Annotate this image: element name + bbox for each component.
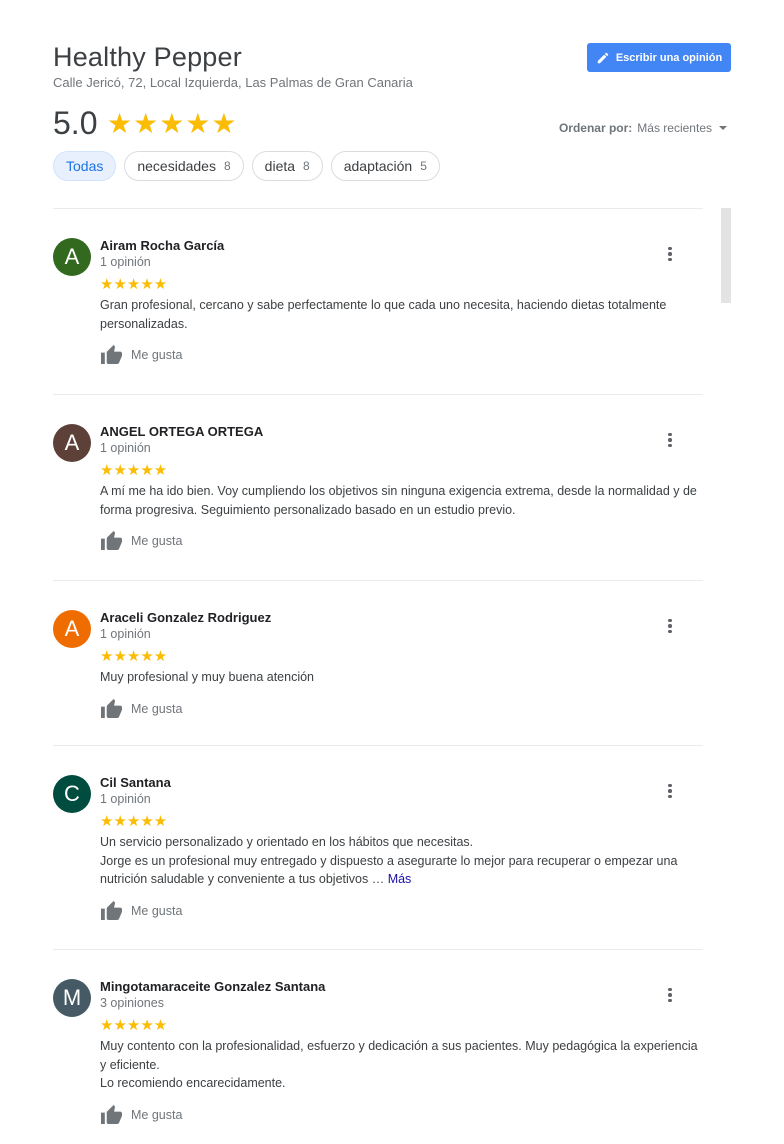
review-text-line: Un servicio personalizado y orientado en… [100,835,474,849]
review-text: Gran profesional, cercano y sabe perfect… [100,298,667,331]
write-review-label: Escribir una opinión [615,51,723,64]
overall-rating: 5.0 [53,105,98,141]
more-options-icon[interactable] [663,782,677,800]
more-options-icon[interactable] [663,986,677,1004]
more-link[interactable]: Más [388,872,412,886]
thumbs-up-icon [101,1104,122,1125]
place-title: Healthy Pepper [53,42,242,72]
review-stars: ★★★★★ [100,462,168,479]
chip-dieta[interactable]: dieta 8 [251,151,323,181]
review-stars: ★★★★★ [100,276,168,293]
like-button[interactable]: Me gusta [100,698,182,719]
like-label: Me gusta [131,701,183,716]
thumbs-up-icon [101,900,122,921]
review-text: Muy profesional y muy buena atención [100,670,315,684]
chip-label: Todas [66,158,104,174]
more-options-icon[interactable] [663,245,677,263]
sort-label: Ordenar por: [558,121,633,135]
thumbs-up-icon [101,530,122,551]
review-item: C Cil Santana 1 opinión ★★★★★ Un servici… [53,745,703,949]
review-item: A ANGEL ORTEGA ORTEGA 1 opinión ★★★★★ A … [53,394,703,581]
review-stars: ★★★★★ [100,648,168,665]
chip-count: 8 [223,159,231,173]
place-address: Calle Jericó, 72, Local Izquierda, Las P… [53,75,413,90]
reviewer-name[interactable]: Araceli Gonzalez Rodriguez [100,610,271,625]
thumbs-up-icon [101,344,122,365]
write-review-button[interactable]: Escribir una opinión [587,43,731,72]
sort-dropdown[interactable]: Ordenar por: Más recientes [559,121,727,135]
reviewer-review-count: 3 opiniones [100,996,164,1010]
review-text-line: Jorge es un profesional muy entregado y … [100,852,705,889]
like-button[interactable]: Me gusta [100,530,182,551]
reviewer-name[interactable]: Mingotamaraceite Gonzalez Santana [100,979,325,994]
avatar[interactable]: M [53,979,91,1017]
like-label: Me gusta [131,533,183,548]
like-button[interactable]: Me gusta [100,1104,182,1125]
reviewer-review-count: 1 opinión [100,441,151,455]
review-text-line: Muy contento con la profesionalidad, esf… [100,1039,698,1072]
like-label: Me gusta [131,347,183,362]
review-stars: ★★★★★ [100,1017,168,1034]
pencil-icon [597,52,609,63]
like-button[interactable]: Me gusta [100,344,182,365]
reviewer-review-count: 1 opinión [100,792,151,806]
reviewer-review-count: 1 opinión [100,255,151,269]
avatar[interactable]: A [53,424,91,462]
chip-necesidades[interactable]: necesidades 8 [124,151,244,181]
caret-down-icon [719,126,727,130]
review-text: A mí me ha ido bien. Voy cumpliendo los … [100,484,697,517]
avatar[interactable]: A [53,610,91,648]
more-options-icon[interactable] [663,431,677,449]
chip-label: dieta [264,158,296,174]
chip-label: necesidades [137,158,216,174]
chip-all[interactable]: Todas [53,151,117,181]
review-text: Muy contento con la profesionalidad, esf… [100,1037,705,1093]
chip-count: 8 [303,159,310,173]
like-label: Me gusta [131,903,183,918]
review-text: Un servicio personalizado y orientado en… [100,833,705,889]
chip-adaptacion[interactable]: adaptación 5 [330,151,440,181]
like-button[interactable]: Me gusta [100,900,182,921]
chip-label: adaptación [343,158,413,174]
chip-count: 5 [420,159,427,173]
like-label: Me gusta [131,1107,183,1122]
avatar[interactable]: C [53,775,91,813]
thumbs-up-icon [101,698,122,719]
review-stars: ★★★★★ [100,813,168,830]
sort-value: Más recientes [637,121,712,135]
topic-filter-chips: Todas necesidades 8 dieta 8 adaptación 5 [53,151,440,181]
more-options-icon[interactable] [663,617,677,635]
avatar[interactable]: A [53,238,91,276]
reviewer-name[interactable]: Airam Rocha García [100,238,224,253]
reviewer-name[interactable]: Cil Santana [100,775,171,790]
reviewer-name[interactable]: ANGEL ORTEGA ORTEGA [100,424,263,439]
review-item: M Mingotamaraceite Gonzalez Santana 3 op… [53,949,703,1144]
scrollbar-thumb[interactable] [721,208,731,303]
review-item: A Airam Rocha García 1 opinión ★★★★★ Gra… [53,208,703,394]
overall-rating-stars: ★★★★★ [107,108,238,139]
review-text-line: Lo recomiendo encarecidamente. [100,1076,286,1090]
review-item: A Araceli Gonzalez Rodriguez 1 opinión ★… [53,580,703,746]
reviewer-review-count: 1 opinión [100,627,151,641]
